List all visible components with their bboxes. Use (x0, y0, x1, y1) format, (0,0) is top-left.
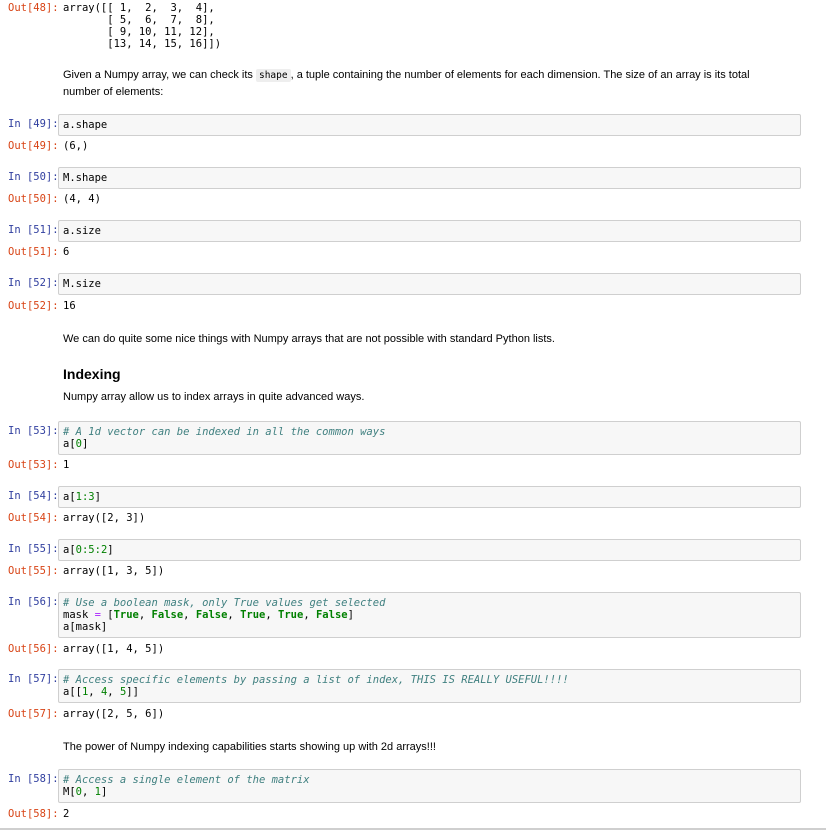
code-keyword: True (113, 609, 139, 621)
output-prompt: Out[55]: (8, 565, 59, 577)
md-text: We can do quite some nice things with Nu… (63, 333, 555, 345)
cell-output: 16 (63, 300, 76, 312)
code-keyword: False (151, 609, 184, 621)
inline-code: shape (255, 69, 291, 82)
code-text: M.size (63, 278, 101, 290)
output-prompt: Out[52]: (8, 300, 59, 312)
code-keyword: False (195, 609, 228, 621)
md-text: Numpy array allow us to index arrays in … (63, 391, 365, 403)
input-prompt: In [49]: (8, 118, 59, 130)
code-comment: # Access specific elements by passing a … (63, 674, 569, 686)
cell-output: array([2, 3]) (63, 512, 146, 524)
code-comment: # Use a boolean mask, only True values g… (63, 597, 386, 609)
input-prompt: In [56]: (8, 596, 59, 608)
markdown-cell[interactable]: We can do quite some nice things with Nu… (63, 331, 783, 348)
code-text: M[ (63, 786, 76, 798)
code-keyword: True (278, 609, 304, 621)
output-line: [ 9, 10, 11, 12], (63, 26, 215, 38)
code-text: M.shape (63, 172, 108, 184)
code-input[interactable]: a.shape (58, 114, 801, 136)
output-prompt: Out[54]: (8, 512, 59, 524)
cell-output: 2 (63, 808, 70, 820)
input-prompt: In [51]: (8, 224, 59, 236)
code-text: ] (81, 438, 89, 450)
input-prompt: In [57]: (8, 673, 59, 685)
cell-output: (6,) (63, 140, 89, 152)
input-prompt: In [54]: (8, 490, 59, 502)
md-text: The power of Numpy indexing capabilities… (63, 741, 436, 753)
code-text: a[ (63, 438, 76, 450)
code-text: a[[ (63, 686, 82, 698)
code-comment: # Access a single element of the matrix (63, 774, 310, 786)
code-number: 0 (75, 786, 82, 798)
input-prompt: In [53]: (8, 425, 59, 437)
output-prompt: Out[50]: (8, 193, 59, 205)
output-prompt: Out[48]: (8, 2, 59, 14)
code-comment: # A 1d vector can be indexed in all the … (63, 426, 386, 438)
code-text: a[ (63, 544, 76, 556)
cell-output: array([1, 3, 5]) (63, 565, 165, 577)
code-number: 4 (100, 686, 108, 698)
output-prompt: Out[53]: (8, 459, 59, 471)
input-prompt: In [50]: (8, 171, 59, 183)
code-text: mask (63, 609, 95, 621)
code-input[interactable]: a.size (58, 220, 801, 242)
cell-output: array([1, 4, 5]) (63, 643, 165, 655)
output-prompt: Out[56]: (8, 643, 59, 655)
markdown-cell[interactable]: Indexing Numpy array allow us to index a… (63, 366, 783, 406)
code-input[interactable]: # Access a single element of the matrix … (58, 769, 801, 803)
code-input[interactable]: # A 1d vector can be indexed in all the … (58, 421, 801, 455)
cell-output: 6 (63, 246, 70, 258)
code-input[interactable]: M.shape (58, 167, 801, 189)
code-keyword: False (315, 609, 348, 621)
code-number: 1 (81, 686, 89, 698)
markdown-cell[interactable]: The power of Numpy indexing capabilities… (63, 739, 783, 756)
code-text: a.shape (63, 119, 108, 131)
output-prompt: Out[49]: (8, 140, 59, 152)
code-input[interactable]: a[1:3] (58, 486, 801, 508)
md-text: Given a Numpy array, we can check its (63, 69, 256, 81)
code-text: [ (100, 609, 114, 621)
cell-output: 1 (63, 459, 70, 471)
input-prompt: In [58]: (8, 773, 59, 785)
code-number: 1:3 (75, 491, 95, 503)
code-text: a[mask] (63, 621, 108, 633)
code-text: ] (100, 786, 108, 798)
code-text: ]] (126, 686, 139, 698)
output-prompt: Out[57]: (8, 708, 59, 720)
output-prompt: Out[58]: (8, 808, 59, 820)
output-prompt: Out[51]: (8, 246, 59, 258)
input-prompt: In [55]: (8, 543, 59, 555)
markdown-cell[interactable]: Given a Numpy array, we can check its sh… (63, 67, 783, 101)
code-input[interactable]: a[0:5:2] (58, 539, 801, 561)
code-input[interactable]: # Access specific elements by passing a … (58, 669, 801, 703)
code-number: 0:5:2 (75, 544, 108, 556)
code-text: a.size (63, 225, 101, 237)
code-input[interactable]: # Use a boolean mask, only True values g… (58, 592, 801, 638)
code-input[interactable]: M.size (58, 273, 801, 295)
code-text: a[ (63, 491, 76, 503)
cell-output: (4, 4) (63, 193, 101, 205)
code-keyword: True (240, 609, 266, 621)
input-prompt: In [52]: (8, 277, 59, 289)
output-line: array([[ 1, 2, 3, 4], (63, 2, 215, 14)
code-text: ] (107, 544, 114, 556)
section-heading: Indexing (63, 366, 121, 382)
output-line: [13, 14, 15, 16]]) (63, 38, 222, 50)
divider (0, 828, 826, 830)
code-text: ] (94, 491, 101, 503)
cell-output: array([[ 1, 2, 3, 4], [ 5, 6, 7, 8], [ 9… (63, 2, 221, 50)
cell-output: array([2, 5, 6]) (63, 708, 165, 720)
output-line: [ 5, 6, 7, 8], (63, 14, 215, 26)
